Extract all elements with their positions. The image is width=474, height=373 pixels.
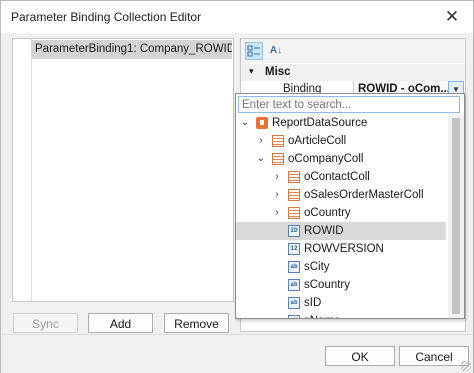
tree-node-label: ROWID xyxy=(304,225,344,237)
collection-icon xyxy=(288,189,300,201)
alphabetical-sort-icon[interactable]: A↓ xyxy=(267,42,285,60)
collection-icon xyxy=(288,171,300,183)
resize-grip[interactable] xyxy=(461,361,471,371)
categorized-view-icon[interactable] xyxy=(245,42,263,60)
tree-node-ocountry[interactable]: › oCountry xyxy=(236,204,446,222)
list-item[interactable]: ParameterBinding1: Company_ROWID xyxy=(31,40,232,59)
category-label: Misc xyxy=(265,66,291,78)
chevron-down-icon[interactable]: ⌄ xyxy=(240,114,250,132)
chevron-right-icon[interactable]: › xyxy=(272,204,282,222)
chevron-right-icon[interactable]: › xyxy=(256,132,266,150)
sync-button[interactable]: Sync xyxy=(13,313,78,333)
tree-node-sname[interactable]: ab sName xyxy=(236,312,446,318)
ok-button[interactable]: OK xyxy=(325,346,395,366)
data-source-tree: ⌄ ReportDataSource › oArticleColl ⌄ oCom… xyxy=(236,114,446,318)
window-title: Parameter Binding Collection Editor xyxy=(11,10,202,24)
tree-node-label: ROWVERSION xyxy=(304,243,384,255)
add-button[interactable]: Add xyxy=(88,313,153,333)
chevron-right-icon[interactable]: › xyxy=(272,186,282,204)
tree-node-ocompanycoll[interactable]: ⌄ oCompanyColl xyxy=(236,150,446,168)
tree-node-scity[interactable]: ab sCity xyxy=(236,258,446,276)
tree-node-label: sID xyxy=(304,297,322,309)
tree-node-reportdatasource[interactable]: ⌄ ReportDataSource xyxy=(236,114,446,132)
chevron-right-icon[interactable]: › xyxy=(272,168,282,186)
id-field-icon: ID xyxy=(288,225,300,237)
search-input[interactable] xyxy=(238,96,460,113)
tree-node-label: ReportDataSource xyxy=(272,117,368,129)
text-field-icon: ab xyxy=(288,279,300,291)
text-field-icon: ab xyxy=(288,297,300,309)
tree-node-label: oArticleColl xyxy=(288,135,347,147)
dialog-footer: OK Cancel xyxy=(1,334,473,373)
tree-node-oarticlecoll[interactable]: › oArticleColl xyxy=(236,132,446,150)
tree-node-label: oCountry xyxy=(304,207,351,219)
number-field-icon: 12 xyxy=(288,243,300,255)
tree-node-ocontactcoll[interactable]: › oContactColl xyxy=(236,168,446,186)
tree-node-scountry[interactable]: ab sCountry xyxy=(236,276,446,294)
property-grid-toolbar: A↓ xyxy=(241,39,465,63)
dialog-window: Parameter Binding Collection Editor ✕ Pa… xyxy=(0,0,474,373)
tree-node-label: oSalesOrderMasterColl xyxy=(304,189,424,201)
vertical-scrollbar[interactable] xyxy=(448,114,464,318)
text-field-icon: ab xyxy=(288,315,300,318)
list-gutter xyxy=(13,39,32,301)
chevron-down-icon[interactable]: ⌄ xyxy=(256,150,266,168)
title-bar: Parameter Binding Collection Editor ✕ xyxy=(1,1,473,33)
text-field-icon: ab xyxy=(288,261,300,273)
tree-node-rowid[interactable]: ID ROWID xyxy=(236,222,446,240)
remove-button[interactable]: Remove xyxy=(164,313,229,333)
tree-node-label: sCity xyxy=(304,261,330,273)
collection-icon xyxy=(272,153,284,165)
scrollbar-thumb[interactable] xyxy=(452,118,460,314)
data-source-icon xyxy=(256,117,268,129)
tree-node-label: oContactColl xyxy=(304,171,370,183)
close-icon[interactable]: ✕ xyxy=(441,6,463,28)
tree-node-sid[interactable]: ab sID xyxy=(236,294,446,312)
tree-node-label: sCountry xyxy=(304,279,351,291)
collection-icon xyxy=(288,207,300,219)
binding-dropdown-popup: ⌄ ReportDataSource › oArticleColl ⌄ oCom… xyxy=(235,93,465,319)
cancel-button[interactable]: Cancel xyxy=(399,346,469,366)
tree-node-label: oCompanyColl xyxy=(288,153,364,165)
tree-node-osalesordermastercoll[interactable]: › oSalesOrderMasterColl xyxy=(236,186,446,204)
collection-list[interactable]: ParameterBinding1: Company_ROWID xyxy=(12,38,234,302)
category-misc[interactable]: ▾ Misc xyxy=(241,64,465,81)
collection-icon xyxy=(272,135,284,147)
tree-node-rowversion[interactable]: 12 ROWVERSION xyxy=(236,240,446,258)
chevron-down-icon[interactable]: ▾ xyxy=(249,66,254,77)
tree-node-label: sName xyxy=(304,312,340,318)
